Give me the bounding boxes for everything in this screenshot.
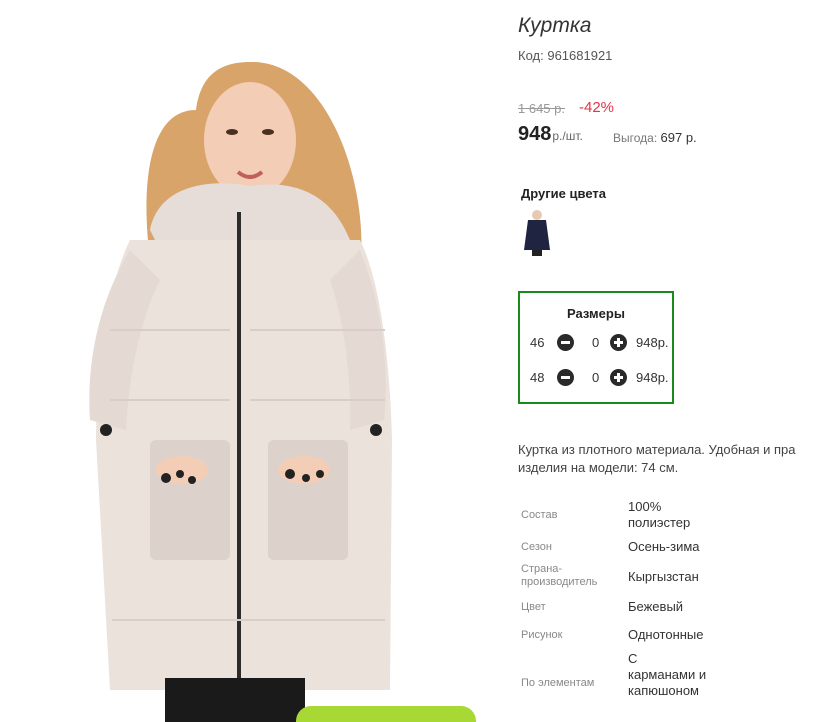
property-value: Бежевый [628, 599, 684, 614]
price-unit: р./шт. [552, 129, 583, 143]
minus-icon[interactable] [557, 334, 574, 351]
price-row: 948р./шт. [518, 123, 583, 146]
minus-icon[interactable] [557, 369, 574, 386]
product-photo [0, 0, 486, 722]
benefit-label: Выгода: [613, 131, 658, 145]
product-code-value: 961681921 [547, 48, 613, 63]
property-key: Состав [521, 509, 558, 521]
add-to-cart-button[interactable] [296, 706, 476, 722]
property-value: Кыргызстан [628, 569, 699, 584]
plus-icon[interactable] [610, 334, 627, 351]
property-value: Осень-зима [628, 539, 700, 554]
property-value: 100% полиэстер [628, 499, 691, 530]
size-value: 48 [530, 370, 545, 385]
product-description: Куртка из плотного материала. Удобная и … [518, 441, 825, 477]
other-colors-title: Другие цвета [521, 186, 606, 201]
navy-jacket-thumbnail-icon [524, 210, 550, 256]
size-value: 46 [530, 335, 545, 350]
property-value: С карманами и капюшоном [628, 651, 707, 698]
description-line: Куртка из плотного материала. Удобная и … [518, 442, 796, 457]
old-price: 1 645 р. [518, 101, 565, 116]
property-value: Однотонные [628, 627, 704, 642]
product-code-label: Код: [518, 48, 544, 63]
property-key: Рисунок [521, 629, 563, 641]
quantity-value: 0 [592, 370, 600, 385]
size-row: 46 0 948р. [530, 333, 670, 353]
size-price: 948р. [636, 335, 669, 350]
plus-icon[interactable] [610, 369, 627, 386]
current-price: 948 [518, 123, 552, 145]
sizes-title: Размеры [567, 306, 625, 321]
product-info: Куртка Код: 961681921 1 645 р. -42% 948р… [518, 0, 825, 722]
model-in-jacket-image [89, 61, 392, 722]
property-key: Сезон [521, 541, 552, 553]
size-row: 48 0 948р. [530, 368, 670, 388]
description-line: изделия на модели: 74 см. [518, 460, 679, 475]
property-key: Цвет [521, 601, 546, 613]
sizes-box: Размеры 46 0 948р. 48 0 948р. [518, 291, 674, 404]
property-key: Страна-производитель [521, 563, 598, 588]
benefit: Выгода: 697 р. [613, 130, 697, 145]
discount-badge: -42% [579, 99, 615, 116]
property-key: По элементам [521, 677, 595, 689]
size-price: 948р. [636, 370, 669, 385]
product-title: Куртка [518, 14, 592, 37]
color-swatch-navy[interactable] [522, 208, 552, 256]
product-code: Код: 961681921 [518, 48, 612, 63]
benefit-value: 697 р. [660, 130, 697, 145]
quantity-value: 0 [592, 335, 600, 350]
